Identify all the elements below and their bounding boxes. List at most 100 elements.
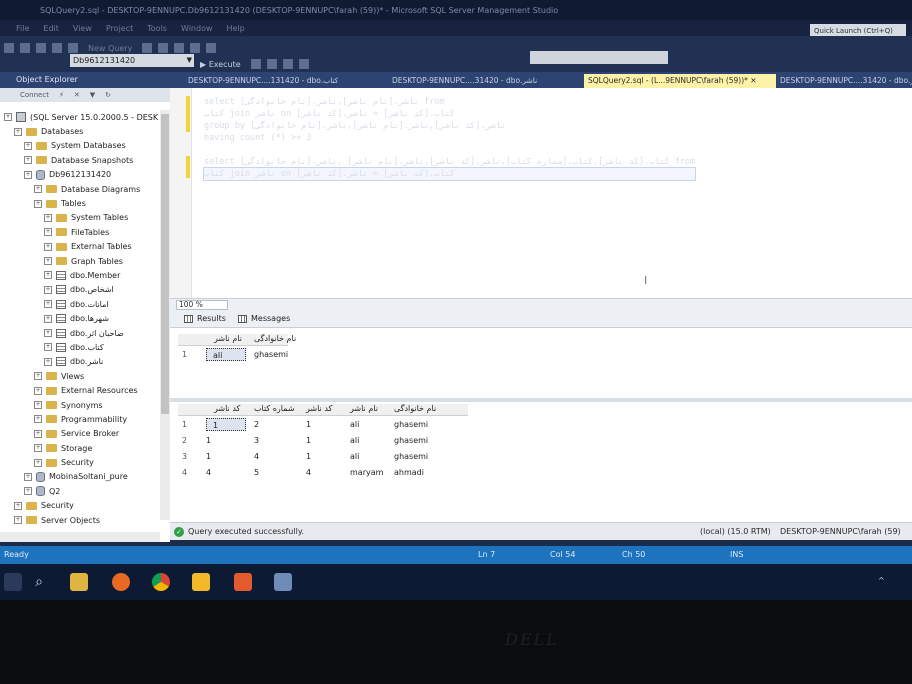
tree-node[interactable]: + dbo.اشخاص <box>0 283 160 297</box>
tree-node[interactable]: + (SQL Server 15.0.2000.5 - DESK <box>0 110 160 124</box>
results-grid-icon[interactable] <box>298 59 309 69</box>
zoom-select[interactable]: 100 % <box>176 300 228 310</box>
expand-icon[interactable]: + <box>24 487 32 496</box>
tree-node[interactable]: + System Tables <box>0 211 160 225</box>
expand-icon[interactable]: + <box>34 458 42 467</box>
table-cell[interactable]: ghasemi <box>394 434 428 447</box>
table-cell[interactable]: ghasemi <box>254 348 288 361</box>
cut-icon[interactable] <box>142 43 153 53</box>
table-cell[interactable]: 1 <box>206 418 246 431</box>
expand-icon[interactable]: + <box>34 444 42 453</box>
results-splitter[interactable] <box>170 398 912 402</box>
tree-node[interactable]: + Service Broker <box>0 427 160 441</box>
firefox-icon[interactable] <box>112 573 130 591</box>
back-icon[interactable] <box>4 43 14 53</box>
tree-node[interactable]: + Security <box>0 499 160 513</box>
table-cell[interactable]: 1 <box>206 434 211 447</box>
tree-node[interactable]: + Programmability <box>0 412 160 426</box>
tree-node[interactable]: + Storage <box>0 441 160 455</box>
expand-icon[interactable]: + <box>44 343 52 352</box>
disconnect-icon[interactable]: ✕ <box>74 91 80 99</box>
tree-node[interactable]: + Security <box>0 455 160 469</box>
table-cell[interactable]: 3 <box>254 434 259 447</box>
expand-icon[interactable]: + <box>24 472 32 481</box>
refresh-icon[interactable]: ↻ <box>105 91 111 99</box>
tree-node[interactable]: + FileTables <box>0 225 160 239</box>
table-cell[interactable]: ahmadi <box>394 466 424 479</box>
expand-icon[interactable]: + <box>44 213 52 222</box>
table-cell[interactable]: ghasemi <box>394 418 428 431</box>
tree-node[interactable]: + Tables <box>0 196 160 210</box>
tab-messages[interactable]: Messages <box>238 314 290 323</box>
expand-icon[interactable]: + <box>44 242 52 251</box>
table-cell[interactable]: 1 <box>306 450 311 463</box>
table-cell[interactable]: 1 <box>206 450 211 463</box>
expand-icon[interactable]: + <box>34 199 42 208</box>
expand-icon[interactable]: + <box>34 185 42 194</box>
expand-icon[interactable]: + <box>4 113 12 122</box>
menu-item-edit[interactable]: Edit <box>43 24 59 33</box>
expand-icon[interactable]: + <box>14 501 22 510</box>
sticky-notes-icon[interactable] <box>192 573 210 591</box>
table-cell[interactable]: 2 <box>254 418 259 431</box>
menu-item-window[interactable]: Window <box>181 24 213 33</box>
expand-icon[interactable]: + <box>44 329 52 338</box>
tree-node[interactable]: + dbo.كتاب <box>0 340 160 354</box>
expand-icon[interactable]: + <box>24 141 32 150</box>
vertical-scrollbar[interactable] <box>160 110 170 520</box>
expand-icon[interactable]: + <box>24 170 32 179</box>
tree-node[interactable]: + dbo.Member <box>0 268 160 282</box>
database-select[interactable]: Db9612131420 ▼ <box>70 54 194 67</box>
table-cell[interactable]: 4 <box>306 466 311 479</box>
tree-node[interactable]: + Synonyms <box>0 398 160 412</box>
expand-icon[interactable]: + <box>14 127 22 136</box>
tree-node[interactable]: + MobinaSoltani_pure <box>0 470 160 484</box>
tree-node[interactable]: + Graph Tables <box>0 254 160 268</box>
table-cell[interactable]: ali <box>350 434 359 447</box>
menu-item-file[interactable]: File <box>16 24 29 33</box>
table-cell[interactable]: 4 <box>206 466 211 479</box>
tab-dbo-ketab[interactable]: DESKTOP-9ENNUPC....131420 - dbo.كتاب <box>188 74 338 88</box>
tab-dbo-nasher[interactable]: DESKTOP-9ENNUPC....31420 - dbo.ناشر <box>392 74 537 88</box>
new-file-icon[interactable] <box>36 43 46 53</box>
ssms-icon[interactable] <box>274 573 292 591</box>
tree-node[interactable]: + Q2 <box>0 484 160 498</box>
table-cell[interactable]: ali <box>350 418 359 431</box>
table-cell[interactable]: ghasemi <box>394 450 428 463</box>
chevron-up-icon[interactable]: ^ <box>878 576 888 586</box>
save-icon[interactable] <box>68 43 78 53</box>
expand-icon[interactable]: + <box>44 314 52 323</box>
tab-results[interactable]: Results <box>184 314 226 323</box>
tree-node[interactable]: + Database Diagrams <box>0 182 160 196</box>
file-explorer-icon[interactable] <box>70 573 88 591</box>
app-icon[interactable] <box>234 573 252 591</box>
tree-node[interactable]: + dbo.امانات <box>0 297 160 311</box>
search-icon[interactable]: ⌕ <box>30 573 48 591</box>
tree-node[interactable]: + External Tables <box>0 240 160 254</box>
expand-icon[interactable]: + <box>24 156 32 165</box>
tree-node[interactable]: + Server Objects <box>0 513 160 527</box>
table-cell[interactable]: 5 <box>254 466 259 479</box>
start-icon[interactable] <box>4 573 22 591</box>
query-editor[interactable]: select ناشر.[نام ناشر],ناشر.[نام خانوادگ… <box>170 88 912 298</box>
tree-node[interactable]: + dbo.ناشر <box>0 355 160 369</box>
menu-item-project[interactable]: Project <box>106 24 133 33</box>
parse-icon[interactable] <box>282 59 293 69</box>
expand-icon[interactable]: + <box>34 401 42 409</box>
new-query-button[interactable]: New Query <box>88 44 132 53</box>
tree-node[interactable]: + dbo.صاحبان اثر <box>0 326 160 340</box>
redo-icon[interactable] <box>206 43 217 53</box>
table-cell[interactable]: maryam <box>350 466 383 479</box>
tree-node[interactable]: + Databases <box>0 124 160 138</box>
tree-node[interactable]: + Database Snapshots <box>0 153 160 167</box>
scrollbar-thumb[interactable] <box>161 114 169 414</box>
tree-node[interactable]: + dbo.شهرها <box>0 311 160 325</box>
open-file-icon[interactable] <box>52 43 62 53</box>
tree-node[interactable]: + Views <box>0 369 160 383</box>
expand-icon[interactable]: + <box>34 386 42 395</box>
filter-icon[interactable]: ▼ <box>90 91 95 99</box>
paste-icon[interactable] <box>174 43 185 53</box>
expand-icon[interactable]: + <box>44 285 52 294</box>
tree-node[interactable]: + System Databases <box>0 139 160 153</box>
expand-icon[interactable]: + <box>14 516 22 525</box>
